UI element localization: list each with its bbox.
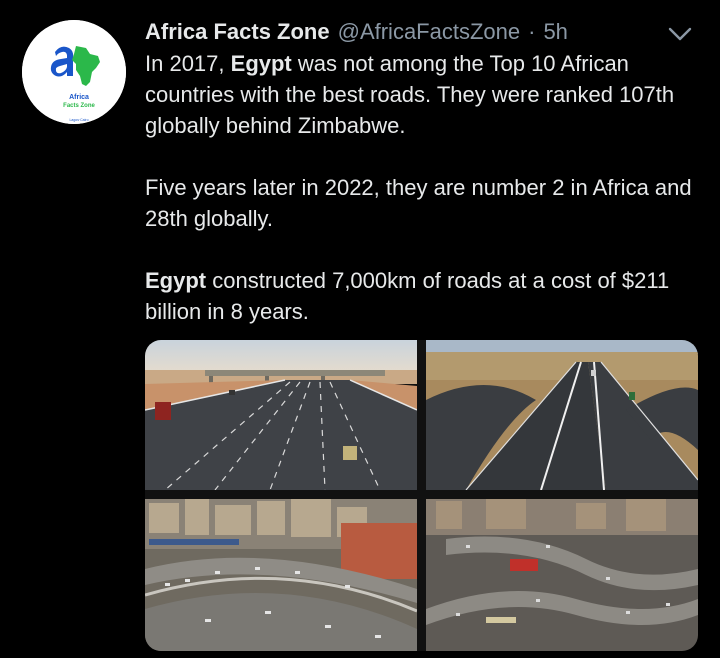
tweet-timestamp[interactable]: 5h bbox=[543, 19, 567, 45]
logo-text-line3: Lagos·Cairo bbox=[69, 118, 88, 122]
tweet-paragraph-3: Egypt constructed 7,000km of roads at a … bbox=[145, 265, 705, 327]
africa-facts-zone-logo: Africa Facts Zone Lagos·Cairo bbox=[22, 20, 126, 124]
bold-text: Egypt bbox=[145, 268, 207, 293]
logo-text-line2: Facts Zone bbox=[63, 103, 95, 109]
author-name[interactable]: Africa Facts Zone bbox=[145, 19, 330, 45]
text-span: constructed 7,000km of roads at a cost o… bbox=[145, 268, 670, 324]
chevron-down-icon[interactable] bbox=[664, 18, 696, 50]
tweet[interactable]: Africa Facts Zone Lagos·Cairo Africa Fac… bbox=[0, 0, 720, 658]
avatar[interactable]: Africa Facts Zone Lagos·Cairo bbox=[22, 20, 126, 124]
text-span: In 2017, bbox=[145, 51, 231, 76]
tweet-paragraph-1: In 2017, Egypt was not among the Top 10 … bbox=[145, 48, 705, 141]
tweet-text: In 2017, Egypt was not among the Top 10 … bbox=[145, 48, 705, 327]
straight-multilane-highway-photo[interactable] bbox=[145, 340, 417, 490]
separator-dot: · bbox=[528, 19, 536, 44]
tweet-header: Africa Facts Zone @AfricaFactsZone · 5h bbox=[145, 14, 568, 50]
author-handle[interactable]: @AfricaFactsZone bbox=[338, 19, 521, 45]
tweet-paragraph-2: Five years later in 2022, they are numbe… bbox=[145, 175, 692, 231]
bold-text: Egypt bbox=[230, 51, 292, 76]
city-flyover-traffic-photo[interactable] bbox=[145, 499, 417, 651]
curved-highway-interchange-photo[interactable] bbox=[426, 340, 698, 490]
media-grid bbox=[145, 340, 698, 651]
logo-text-line1: Africa bbox=[69, 94, 89, 101]
urban-interchange-traffic-photo[interactable] bbox=[426, 499, 698, 651]
